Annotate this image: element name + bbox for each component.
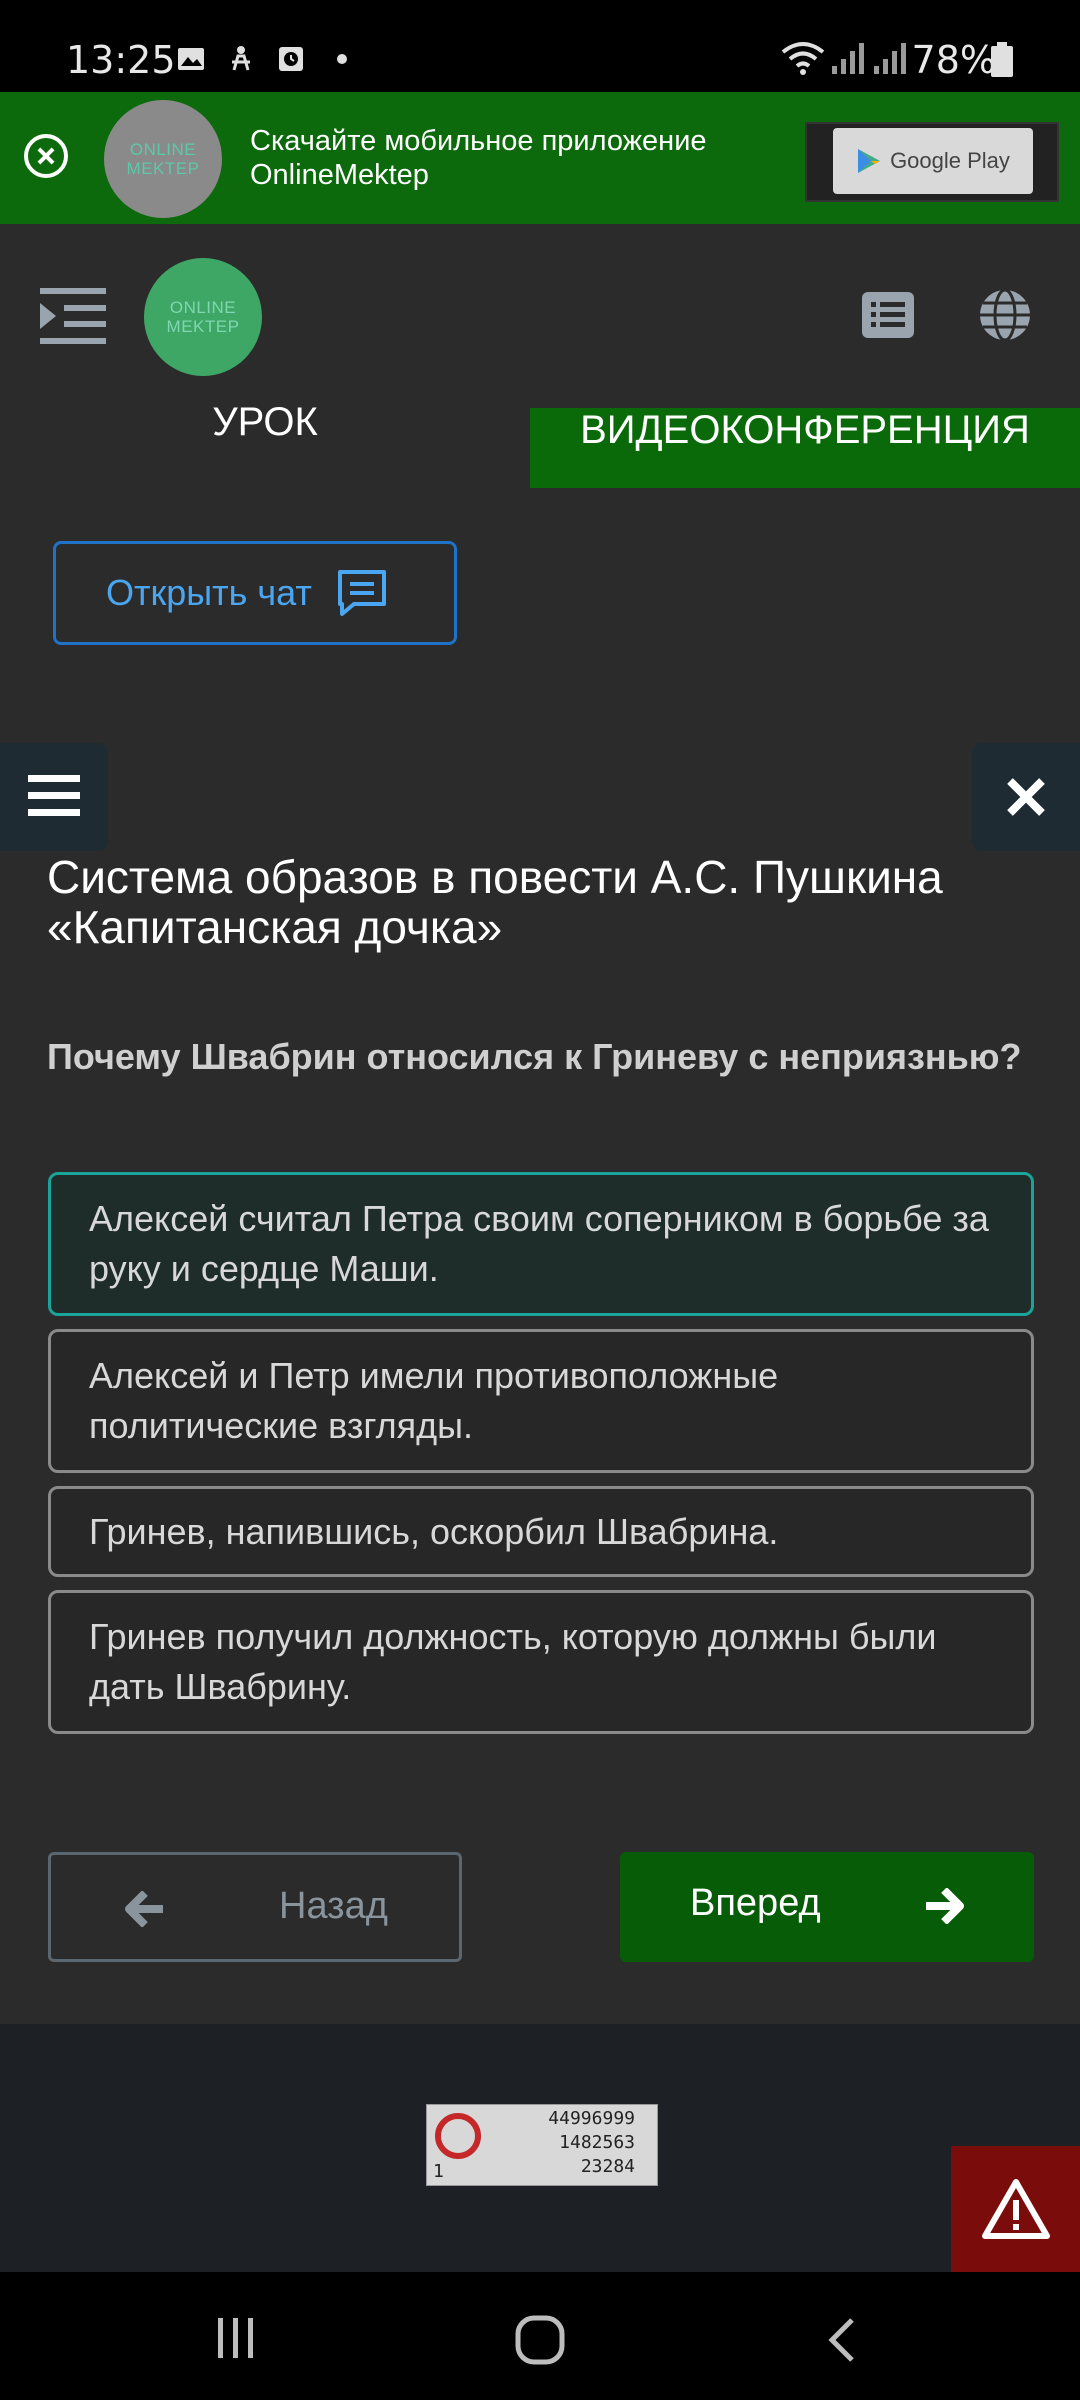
counter-value-2: 1482563: [559, 2132, 635, 2153]
tab-lesson[interactable]: УРОК: [0, 402, 530, 486]
arrow-left-icon: [125, 1891, 163, 1927]
logo-line2: MEKTEP: [126, 159, 200, 178]
wifi-icon: [781, 42, 825, 75]
battery-level: 78%: [911, 38, 996, 82]
arrow-right-icon: [926, 1888, 964, 1924]
close-icon: [1007, 778, 1045, 816]
header-logo-line2: MEKTEP: [166, 317, 240, 336]
chat-icon: [337, 570, 386, 616]
counter-value-3: 23284: [580, 2156, 635, 2177]
counter-logo-icon: [435, 2113, 481, 2159]
hamburger-menu-button[interactable]: [0, 743, 108, 851]
warning-icon: [982, 2179, 1050, 2239]
signal-icon: [874, 43, 906, 74]
onlinemektep-logo: ONLINE MEKTEP: [104, 100, 222, 218]
lesson-title: Система образов в повести А.С. Пушкина «…: [47, 851, 943, 953]
question-text: Почему Швабрин относился к Гриневу с неп…: [47, 1036, 1022, 1077]
hamburger-icon: [28, 775, 80, 816]
back-label: Назад: [279, 1885, 388, 1927]
dot-icon: [337, 54, 347, 64]
banner-text: Скачайте мобильное приложение OnlineMekt…: [250, 124, 707, 192]
answer-text: Алексей и Петр имели противоположные пол…: [89, 1355, 779, 1446]
counter-index: 1: [433, 2161, 444, 2182]
battery-icon: [991, 42, 1013, 77]
header-logo[interactable]: ONLINE MEKTEP: [144, 258, 262, 376]
google-play-badge: Google Play: [833, 128, 1033, 194]
tab-videoconference[interactable]: ВИДЕОКОНФЕРЕНЦИЯ: [530, 408, 1080, 488]
answer-text: Гринев получил должность, которую должны…: [89, 1616, 937, 1707]
banner-line1: Скачайте мобильное приложение: [250, 125, 707, 157]
status-time: 13:25: [66, 38, 176, 82]
open-chat-label: Открыть чат: [106, 572, 312, 613]
counter-value-1: 44996999: [548, 2108, 635, 2129]
answer-option-1[interactable]: Алексей считал Петра своим соперником в …: [48, 1172, 1034, 1316]
google-play-label: Google Play: [890, 148, 1010, 173]
play-store-icon: [858, 149, 881, 173]
menu-indent-icon[interactable]: [40, 286, 106, 346]
answer-text: Алексей считал Петра своим соперником в …: [89, 1198, 989, 1289]
recent-apps-icon[interactable]: [214, 2316, 258, 2360]
signal-icon: [832, 43, 864, 74]
globe-icon[interactable]: [978, 288, 1032, 342]
header-logo-line1: ONLINE: [169, 298, 237, 317]
answer-option-2[interactable]: Алексей и Петр имели противоположные пол…: [48, 1329, 1034, 1473]
google-play-button[interactable]: Google Play: [805, 122, 1059, 202]
figure-icon: [232, 46, 250, 71]
close-banner-icon[interactable]: [24, 134, 68, 178]
home-icon[interactable]: [514, 2314, 566, 2366]
back-button[interactable]: Назад: [48, 1852, 462, 1962]
forward-button[interactable]: Вперед: [620, 1852, 1034, 1962]
back-nav-icon[interactable]: [822, 2316, 862, 2364]
alarm-icon: [279, 47, 303, 71]
answer-option-3[interactable]: Гринев, напившись, оскорбил Швабрина.: [48, 1486, 1034, 1577]
answer-option-4[interactable]: Гринев получил должность, которую должны…: [48, 1590, 1034, 1734]
visit-counter: 44996999 1482563 23284 1: [426, 2104, 658, 2186]
close-panel-button[interactable]: [972, 743, 1080, 851]
report-problem-button[interactable]: [951, 2146, 1080, 2272]
image-icon: [178, 48, 204, 70]
list-icon[interactable]: [862, 292, 914, 338]
open-chat-button[interactable]: Открыть чат: [53, 541, 457, 645]
answer-text: Гринев, напившись, оскорбил Швабрина.: [89, 1510, 779, 1552]
banner-line2: OnlineMektep: [250, 159, 429, 191]
logo-line1: ONLINE: [129, 140, 197, 159]
forward-label: Вперед: [690, 1882, 821, 1924]
